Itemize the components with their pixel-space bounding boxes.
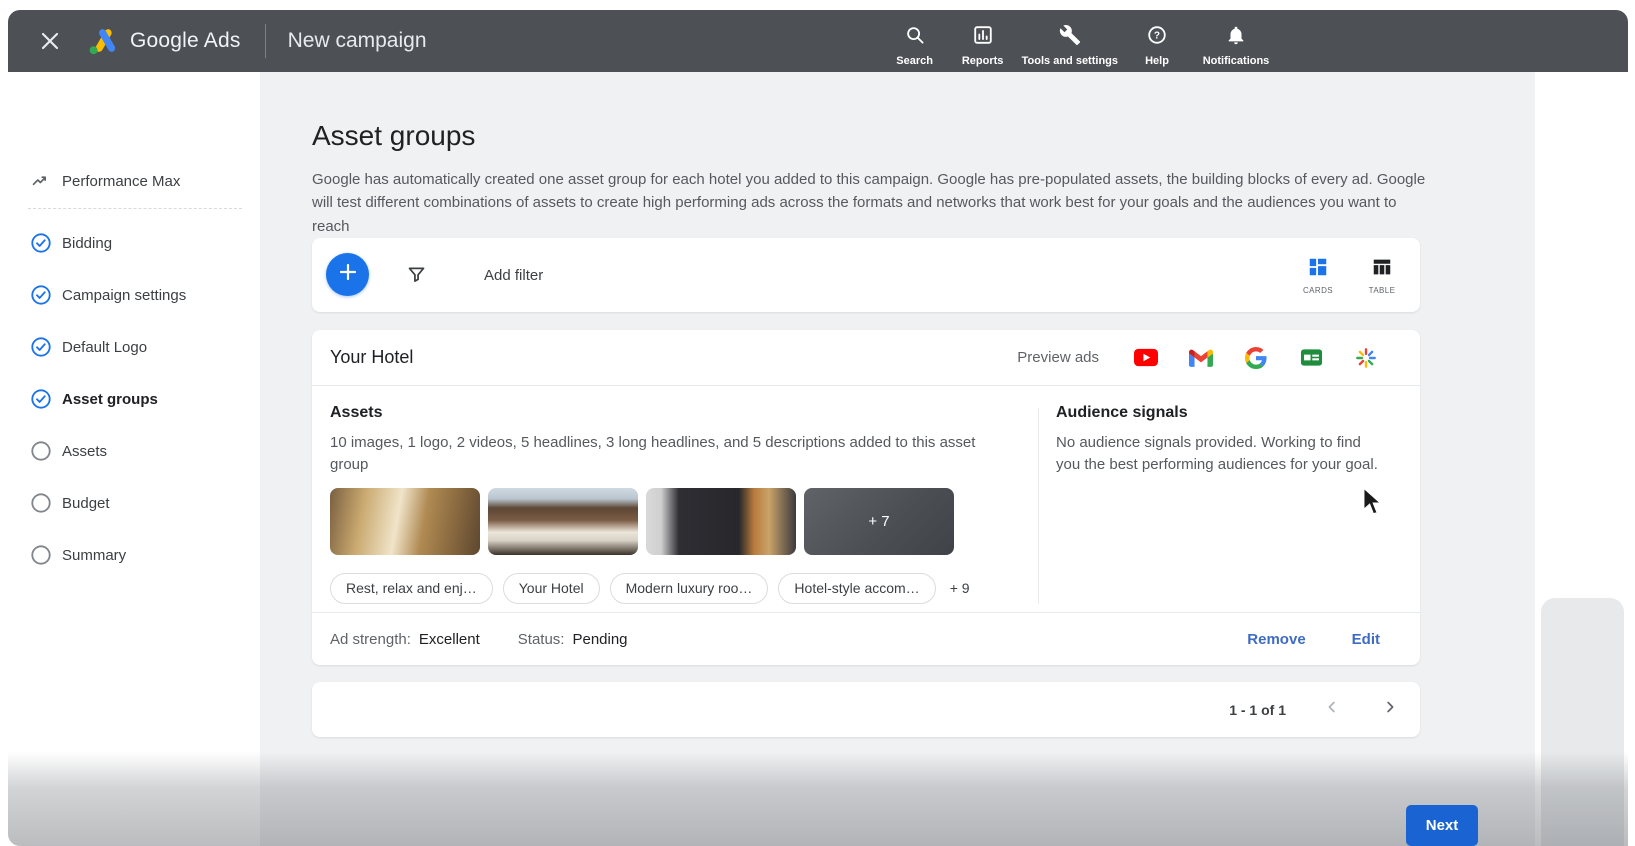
pending-circle-icon xyxy=(30,440,52,462)
sidebar-header-performance-max: Performance Max xyxy=(8,168,260,194)
more-images-count: + 7 xyxy=(868,512,890,530)
asset-group-card: Your Hotel Preview ads Assets 10 images,… xyxy=(312,330,1420,665)
sidebar-item-bidding[interactable]: Bidding xyxy=(8,230,260,256)
scrollbar-thumb[interactable] xyxy=(1541,598,1624,846)
asset-thumbnail-hotel-lobby[interactable] xyxy=(330,487,480,555)
completed-check-icon xyxy=(30,284,52,306)
sidebar-item-asset-groups[interactable]: Asset groups xyxy=(8,386,260,412)
gmail-icon[interactable] xyxy=(1189,346,1213,370)
status-value: Pending xyxy=(572,630,628,648)
add-asset-group-button[interactable] xyxy=(326,253,369,296)
headline-chip: Hotel-style accom… xyxy=(778,572,936,604)
search-icon xyxy=(904,24,926,51)
completed-check-icon xyxy=(30,232,52,254)
asset-thumbnails: + 7 xyxy=(330,487,1020,555)
asset-thumbnail-more-images[interactable]: + 7 xyxy=(804,487,954,555)
completed-check-icon xyxy=(30,336,52,358)
search-button[interactable]: Search xyxy=(886,10,944,68)
chevron-left-icon xyxy=(1323,698,1341,721)
help-icon: ? xyxy=(1146,24,1168,51)
topbar-divider xyxy=(264,24,266,58)
pagination-bar: 1 - 1 of 1 xyxy=(312,682,1420,737)
asset-thumbnail-chef-cooking[interactable] xyxy=(646,487,796,555)
filter-toolbar: Add filter CARDS TABLE xyxy=(312,238,1420,312)
notifications-button[interactable]: Notifications xyxy=(1196,10,1276,68)
right-rail xyxy=(1535,72,1628,846)
google-ads-new-campaign-screen: { "topbar": { "brand": "Google Ads", "pa… xyxy=(0,0,1635,846)
audience-signals-column: Audience signals No audience signals pro… xyxy=(1056,404,1386,476)
headline-chips: Rest, relax and enj… Your Hotel Modern l… xyxy=(330,572,1020,604)
help-button[interactable]: ? Help xyxy=(1128,10,1186,68)
ad-strength-label: Ad strength: xyxy=(330,630,411,648)
performance-max-icon xyxy=(30,170,52,192)
page-description: Google has automatically created one ass… xyxy=(312,171,1426,235)
google-icon[interactable] xyxy=(1244,346,1268,370)
audience-signals-text: No audience signals provided. Working to… xyxy=(1056,434,1378,473)
sidebar-item-campaign-settings[interactable]: Campaign settings xyxy=(8,282,260,308)
brand-name: Google Ads xyxy=(130,29,241,52)
asset-group-header: Your Hotel Preview ads xyxy=(312,330,1420,386)
chevron-right-icon xyxy=(1381,698,1399,721)
campaign-page-title: New campaign xyxy=(287,29,427,52)
close-icon[interactable] xyxy=(32,23,68,59)
tools-and-settings-button[interactable]: Tools and settings xyxy=(1022,10,1118,68)
page-title: Asset groups xyxy=(312,120,476,151)
audience-signals-heading: Audience signals xyxy=(1056,404,1188,421)
tools-icon xyxy=(1059,24,1081,51)
topbar-actions: Search Reports Tools and settings ? Help xyxy=(886,10,1276,72)
ad-strength-value: Excellent xyxy=(418,630,480,648)
headline-chip: Rest, relax and enj… xyxy=(330,572,493,604)
campaign-steps-sidebar: Performance Max Bidding Campaign setting… xyxy=(8,72,260,846)
previous-page-button[interactable] xyxy=(1320,698,1344,722)
reports-icon xyxy=(972,24,994,51)
pending-circle-icon xyxy=(30,492,52,514)
asset-group-footer: Ad strength: Excellent Status: Pending R… xyxy=(312,612,1420,665)
google-ads-logo-icon xyxy=(86,26,120,56)
view-toggle: CARDS TABLE xyxy=(1296,238,1404,312)
next-step-button[interactable]: Next xyxy=(1406,805,1478,846)
add-filter-button[interactable]: Add filter xyxy=(484,238,543,312)
preview-ads-label: Preview ads xyxy=(1017,349,1099,366)
asset-thumbnail-hotel-room[interactable] xyxy=(488,487,638,555)
headline-chip: Modern luxury roo… xyxy=(609,572,769,604)
ad-strength-status: Ad strength: Excellent Status: Pending xyxy=(330,631,628,648)
top-bar: Google Ads New campaign Search Reports T… xyxy=(8,10,1628,72)
display-icon[interactable] xyxy=(1299,346,1323,370)
headline-chip: Your Hotel xyxy=(502,572,600,604)
asset-group-name: Your Hotel xyxy=(330,347,414,367)
pending-circle-icon xyxy=(30,544,52,566)
sidebar-item-default-logo[interactable]: Default Logo xyxy=(8,334,260,360)
preview-ads-row: Preview ads xyxy=(1017,330,1378,386)
notifications-icon xyxy=(1225,24,1247,51)
assets-column: Assets 10 images, 1 logo, 2 videos, 5 he… xyxy=(330,404,1020,604)
reports-button[interactable]: Reports xyxy=(954,10,1012,68)
sidebar-item-budget[interactable]: Budget xyxy=(8,490,260,516)
pagination-range: 1 - 1 of 1 xyxy=(1229,701,1286,718)
column-divider xyxy=(1038,408,1039,604)
table-icon xyxy=(1371,256,1393,283)
cards-view-toggle[interactable]: CARDS xyxy=(1296,256,1340,295)
plus-icon xyxy=(338,262,358,287)
status-label: Status: xyxy=(517,630,565,648)
completed-check-icon xyxy=(30,388,52,410)
more-chips-count: + 9 xyxy=(949,580,970,596)
cards-icon xyxy=(1307,256,1329,283)
asset-group-actions: Remove Edit xyxy=(1247,631,1380,648)
next-page-button[interactable] xyxy=(1378,698,1402,722)
sidebar-item-assets[interactable]: Assets xyxy=(8,438,260,464)
remove-button[interactable]: Remove xyxy=(1247,631,1305,648)
svg-text:?: ? xyxy=(1154,31,1160,42)
sidebar-divider xyxy=(28,208,242,209)
sidebar-item-summary[interactable]: Summary xyxy=(8,542,260,568)
assets-summary: 10 images, 1 logo, 2 videos, 5 headlines… xyxy=(330,434,976,473)
discover-icon[interactable] xyxy=(1354,346,1378,370)
filter-icon[interactable] xyxy=(406,264,427,290)
app-window: Google Ads New campaign Search Reports T… xyxy=(8,10,1628,846)
youtube-icon[interactable] xyxy=(1134,346,1158,370)
table-view-toggle[interactable]: TABLE xyxy=(1360,256,1404,295)
edit-button[interactable]: Edit xyxy=(1352,631,1380,648)
assets-heading: Assets xyxy=(330,404,383,421)
